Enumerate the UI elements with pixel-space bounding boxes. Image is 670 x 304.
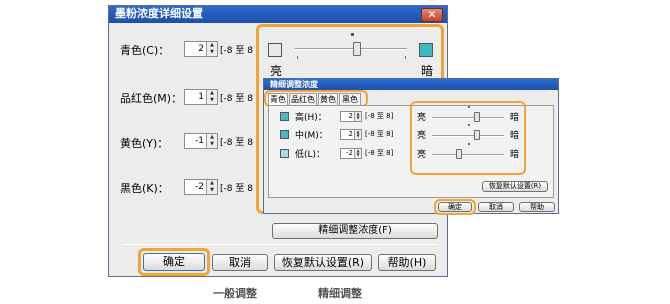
fine-restore-label: 恢复默认设置(R) [488,182,542,190]
fine-adjust-button[interactable]: 精细调整浓度(F) [272,223,438,239]
fine-row-range: [-8 至 8] [365,149,394,157]
help-label: 帮助(H) [387,256,427,269]
magenta-label: 品红色(M)： [120,92,183,105]
fine-row-swatch [280,149,289,158]
fine-row-spinbox[interactable]: -2 ▲ ▼ [340,148,362,159]
sliders-highlight [410,101,526,175]
restore-defaults-button[interactable]: 恢复默认设置(R) [274,254,372,271]
black-spin-arrows[interactable]: ▲ ▼ [206,180,217,194]
fine-row-label: 低(L)： [295,150,326,160]
fine-adjust-label: 精细调整浓度(F) [318,225,392,236]
tab-magenta-label: 品红色 [291,95,315,104]
fine-row-spin-arrows[interactable]: ▲ ▼ [354,112,361,121]
fine-row-spinbox[interactable]: 2 ▲ ▼ [340,111,362,122]
yellow-value: -1 [195,136,204,146]
cancel-label: 取消 [229,256,251,269]
cancel-button[interactable]: 取消 [212,254,268,271]
cyan-label: 青色(C)： [120,44,170,57]
magenta-spinbox[interactable]: 1 ▲ ▼ [184,89,218,105]
fine-help-button[interactable]: 帮助 [519,202,555,212]
ok-button[interactable]: 确定 [143,253,205,271]
yellow-spin-arrows[interactable]: ▲ ▼ [206,134,217,148]
yellow-label: 黄色(Y)： [120,137,169,150]
tab-yellow-label: 黄色 [320,95,336,104]
tab-cyan-label: 青色 [270,95,286,104]
cyan-spin-arrows[interactable]: ▲ ▼ [206,42,217,56]
slider-pointer-mark [351,33,354,36]
tab-yellow[interactable]: 黄色 [318,93,338,105]
caption-general: 一般调整 [213,287,257,300]
fine-ok-label: 确定 [448,203,462,211]
magenta-value: 1 [198,92,204,102]
cyan-range: [-8 至 8 [220,46,253,56]
close-icon: ✕ [427,8,437,21]
fine-cancel-label: 取消 [489,203,503,211]
fine-row-range: [-8 至 8] [365,130,394,138]
cyan-value: 2 [198,44,204,54]
tab-cyan[interactable]: 青色 [268,93,288,105]
magenta-spin-arrows[interactable]: ▲ ▼ [206,90,217,104]
fine-row-swatch [280,130,289,139]
caption-fine: 精细调整 [318,287,362,300]
overlay-slider-track [295,48,407,50]
color-tabs: 青色 品红色 黄色 黑色 [268,93,366,105]
fine-row-value: -2 [346,149,353,157]
fine-row-swatch [280,112,289,121]
fine-cancel-button[interactable]: 取消 [478,202,514,212]
black-spinbox[interactable]: -2 ▲ ▼ [184,179,218,195]
fine-row-label: 中(M)： [295,131,328,141]
dark-swatch [419,43,433,57]
dark-label: 暗 [421,64,434,78]
close-button[interactable]: ✕ [421,8,443,22]
tab-magenta[interactable]: 品红色 [289,93,317,105]
black-value: -2 [195,182,204,192]
fine-row-spin-arrows[interactable]: ▲ ▼ [354,149,361,158]
cyan-spinbox[interactable]: 2 ▲ ▼ [184,41,218,57]
fine-dialog-title: 精细调整浓度 [270,80,318,89]
yellow-spinbox[interactable]: -1 ▲ ▼ [184,133,218,149]
fine-help-label: 帮助 [530,203,544,211]
fine-row-label: 高(H)： [295,113,327,123]
fine-dialog-titlebar: 精细调整浓度 [264,79,558,90]
tab-black-label: 黑色 [342,95,358,104]
fine-row-range: [-8 至 8] [365,112,394,120]
divider [122,244,438,245]
fine-restore-button[interactable]: 恢复默认设置(R) [482,181,548,192]
fine-row-value: 2 [348,130,353,138]
magenta-range: [-8 至 8 [220,94,253,104]
fine-ok-button[interactable]: 确定 [438,202,472,212]
light-swatch [268,43,282,57]
overlay-slider-thumb[interactable] [352,42,361,56]
yellow-range: [-8 至 8 [220,138,253,148]
fine-row-spin-arrows[interactable]: ▲ ▼ [354,130,361,139]
ok-label: 确定 [163,255,185,268]
overlay-tick-start [297,56,298,59]
restore-defaults-label: 恢复默认设置(R) [281,256,365,269]
dialog-title: 墨粉浓度详细设置 [115,7,203,20]
fine-row-value: 2 [348,112,353,120]
light-label: 亮 [270,64,283,78]
tab-black[interactable]: 黑色 [339,93,361,105]
dialog-titlebar: 墨粉浓度详细设置 ✕ [109,6,447,23]
black-range: [-8 至 8 [220,184,253,194]
help-button[interactable]: 帮助(H) [378,254,436,271]
overlay-tick-end [405,56,406,59]
fine-row-spinbox[interactable]: 2 ▲ ▼ [340,129,362,140]
black-label: 黑色(K)： [120,182,169,195]
